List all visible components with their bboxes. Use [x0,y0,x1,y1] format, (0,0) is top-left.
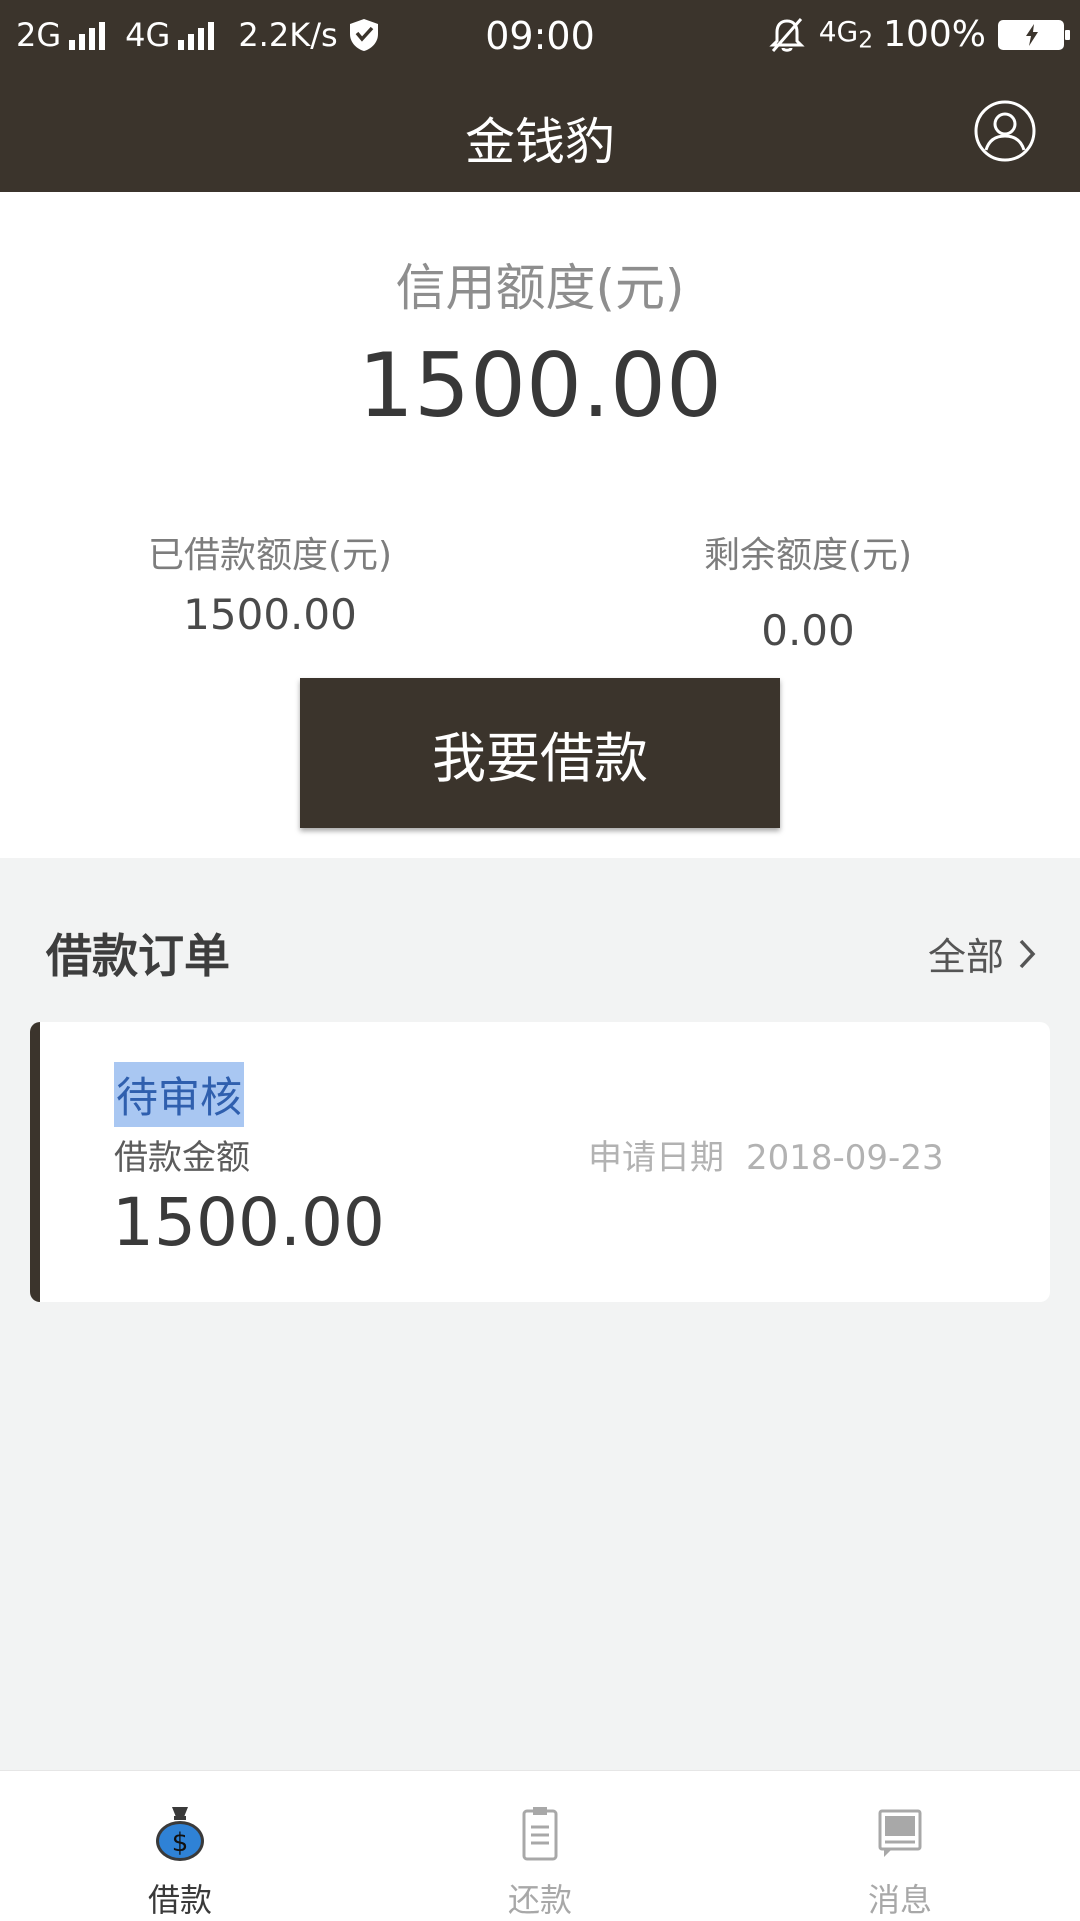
status-right: 4G2 100% [767,14,1070,55]
remaining-label: 剩余额度(元) [703,535,913,576]
page-title: 金钱豹 [465,113,615,171]
battery-icon [998,19,1070,50]
order-date: 申请日期 2018-09-23 [588,1130,944,1179]
message-icon [878,1809,922,1857]
borrowed-value: 1500.00 [183,590,357,639]
network-type-3-sub: 2 [858,25,874,54]
remaining-value: 0.00 [761,606,855,655]
nav-label-messages: 消息 [867,1881,932,1919]
money-bag-icon: $ [156,1807,204,1861]
profile-icon[interactable] [974,100,1036,162]
orders-section-title: 借款订单 [46,929,230,983]
order-date-label: 申请日期 [588,1138,724,1178]
order-status: 待审核 [114,1062,245,1127]
order-amount-value: 1500.00 [112,1184,385,1261]
borrowed-label: 已借款额度(元) [147,535,393,576]
credit-limit-label: 信用额度(元) [395,259,685,317]
status-bar: 2G 4G 2.2K/s 09:00 4G2 100% [0,0,1080,74]
app-header: 金钱豹 [0,74,1080,192]
bottom-nav: $ 借款 还款 消息 [0,1770,1080,1921]
network-type-3: 4G2 [819,15,873,54]
charging-bolt-icon [1026,23,1038,46]
svg-text:$: $ [172,1828,189,1858]
battery-percent: 100% [883,14,986,55]
order-amount-label: 借款金额 [114,1138,250,1178]
nav-label-repay: 还款 [507,1881,572,1919]
nav-item-repay[interactable]: 还款 [360,1771,720,1921]
borrow-button[interactable]: 我要借款 [300,678,780,828]
nav-item-messages[interactable]: 消息 [720,1771,1080,1921]
clipboard-icon [522,1807,558,1861]
network-type-3-label: 4G [818,15,859,49]
order-date-value: 2018-09-23 [746,1138,944,1178]
credit-summary: 信用额度(元) 1500.00 已借款额度(元) 1500.00 剩余额度(元)… [0,192,1080,858]
nav-item-borrow[interactable]: $ 借款 [0,1771,360,1921]
muted-bell-icon [769,17,805,52]
credit-limit-value: 1500.00 [358,334,722,437]
view-all-orders-link[interactable]: 全部 [928,926,1040,981]
nav-label-borrow: 借款 [147,1881,212,1919]
chevron-right-icon [1019,939,1036,968]
view-all-label: 全部 [927,935,1004,979]
order-card[interactable]: 待审核 借款金额 申请日期 2018-09-23 1500.00 [30,1022,1050,1302]
